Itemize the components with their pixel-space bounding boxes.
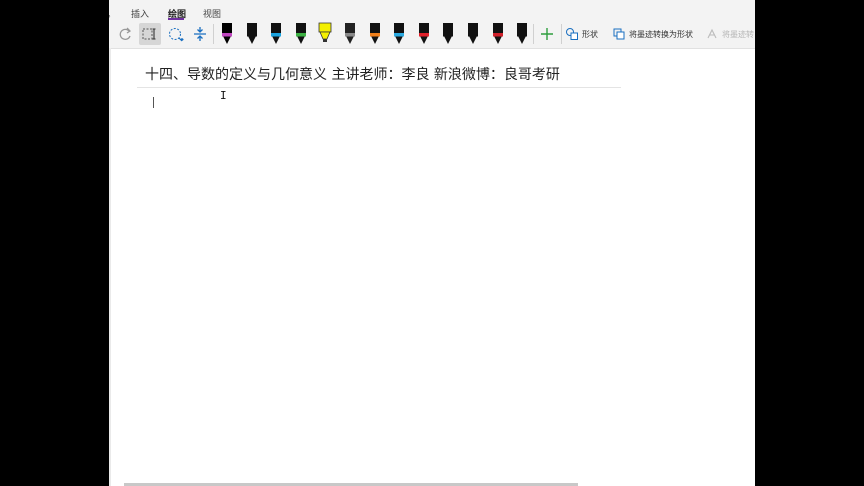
pen-4[interactable]: [294, 22, 308, 46]
pen-body: [369, 23, 380, 34]
ribbon-separator: [533, 24, 534, 44]
pen-tip: [395, 36, 404, 44]
pen-tip: [247, 36, 256, 44]
pen-body: [318, 22, 332, 33]
page-left-edge: [109, 48, 111, 486]
pen-color-band: [271, 33, 282, 37]
pen-11[interactable]: [466, 22, 480, 46]
pen-color-band: [468, 33, 478, 37]
pen-tip: [272, 36, 281, 44]
ink-to-text-icon: [707, 28, 717, 39]
pen-body: [394, 23, 405, 34]
pen-icon: [394, 23, 405, 44]
tab-view[interactable]: 视图: [203, 7, 221, 20]
onenote-window: 。 插入 绘图 视图 形状 将墨迹转换为形状: [109, 0, 755, 486]
insert-space-button[interactable]: [189, 23, 211, 45]
pen-body: [517, 23, 528, 34]
lasso-type-select-button[interactable]: [139, 23, 161, 45]
pen-icon: [517, 23, 528, 44]
pen-color-band: [517, 33, 528, 37]
pen-icon: [222, 23, 232, 44]
pen-5[interactable]: [318, 22, 332, 46]
pen-body: [443, 23, 454, 34]
ink-to-shape-button[interactable]: 将墨迹转换为形状: [612, 26, 693, 42]
draw-ribbon: 形状 将墨迹转换为形状 将墨迹转: [109, 20, 755, 49]
pen-color-band: [345, 33, 355, 37]
pen-9[interactable]: [417, 22, 431, 46]
insert-space-icon: [194, 27, 206, 41]
pen-body: [418, 23, 429, 34]
pen-tip: [518, 36, 527, 44]
pen-body: [492, 23, 503, 34]
select-text-icon: [142, 28, 156, 40]
ribbon-separator: [561, 24, 562, 44]
plus-icon: [541, 28, 553, 40]
redo-button[interactable]: [115, 23, 137, 45]
ink-to-shape-label: 将墨迹转换为形状: [629, 29, 693, 39]
pen-icon: [246, 23, 257, 44]
pen-icon: [492, 23, 503, 44]
ink-to-text-label: 将墨迹转: [722, 29, 754, 39]
pen-3[interactable]: [269, 22, 283, 46]
pen-icon: [468, 23, 478, 44]
pen-tip: [319, 31, 331, 40]
pen-color-band: [369, 33, 380, 37]
pen-color-band: [492, 33, 503, 37]
pen-6[interactable]: [343, 22, 357, 46]
tab-insert[interactable]: 插入: [131, 7, 149, 20]
page-title[interactable]: 十四、导数的定义与几何意义 主讲老师：李良 新浪微博：良哥考研: [145, 64, 560, 84]
shapes-button[interactable]: 形状: [565, 26, 598, 42]
lasso-select-button[interactable]: [165, 23, 187, 45]
pen-7[interactable]: [368, 22, 382, 46]
shapes-label: 形状: [582, 29, 598, 39]
shapes-icon: [566, 28, 578, 40]
pen-color-band: [418, 33, 429, 37]
pen-12[interactable]: [491, 22, 505, 46]
title-underline: [137, 87, 621, 88]
pen-icon: [418, 23, 429, 44]
pen-icon: [271, 23, 282, 44]
pen-icon: [443, 23, 454, 44]
pen-tip: [444, 36, 453, 44]
pen-icon: [369, 23, 380, 44]
pen-color-band: [443, 33, 454, 37]
pen-tip: [370, 36, 379, 44]
ribbon-tabs: 。 插入 绘图 视图: [109, 0, 755, 20]
pen-color-band: [295, 33, 306, 37]
text-caret: [153, 97, 154, 108]
pen-color-band: [222, 33, 232, 37]
pen-1[interactable]: [220, 22, 234, 46]
ibeam-cursor-icon: I: [220, 89, 227, 102]
add-pen-button[interactable]: [536, 23, 558, 45]
pen-body: [271, 23, 282, 34]
pen-color-band: [323, 39, 328, 42]
pen-13[interactable]: [515, 22, 529, 46]
ink-to-text-button[interactable]: 将墨迹转: [705, 26, 754, 42]
pen-tip: [296, 36, 305, 44]
ribbon-separator: [213, 24, 214, 44]
pen-body: [295, 23, 306, 34]
pen-icon: [345, 23, 355, 44]
lasso-icon: [169, 28, 184, 42]
pen-body: [222, 23, 232, 34]
pen-2[interactable]: [245, 22, 259, 46]
pen-body: [345, 23, 355, 34]
tab-partial[interactable]: 。: [109, 7, 116, 20]
pen-color-band: [246, 33, 257, 37]
redo-icon: [119, 27, 132, 40]
pen-body: [246, 23, 257, 34]
pen-tip: [223, 36, 231, 44]
pen-tip: [346, 36, 354, 44]
pen-8[interactable]: [392, 22, 406, 46]
highlighter-icon: [318, 22, 332, 42]
ink-to-shape-icon: [613, 28, 625, 40]
pen-tip: [469, 36, 477, 44]
pen-10[interactable]: [441, 22, 455, 46]
pen-icon: [295, 23, 306, 44]
pen-body: [468, 23, 478, 34]
pen-tip: [493, 36, 502, 44]
pen-tip: [419, 36, 428, 44]
pen-color-band: [394, 33, 405, 37]
